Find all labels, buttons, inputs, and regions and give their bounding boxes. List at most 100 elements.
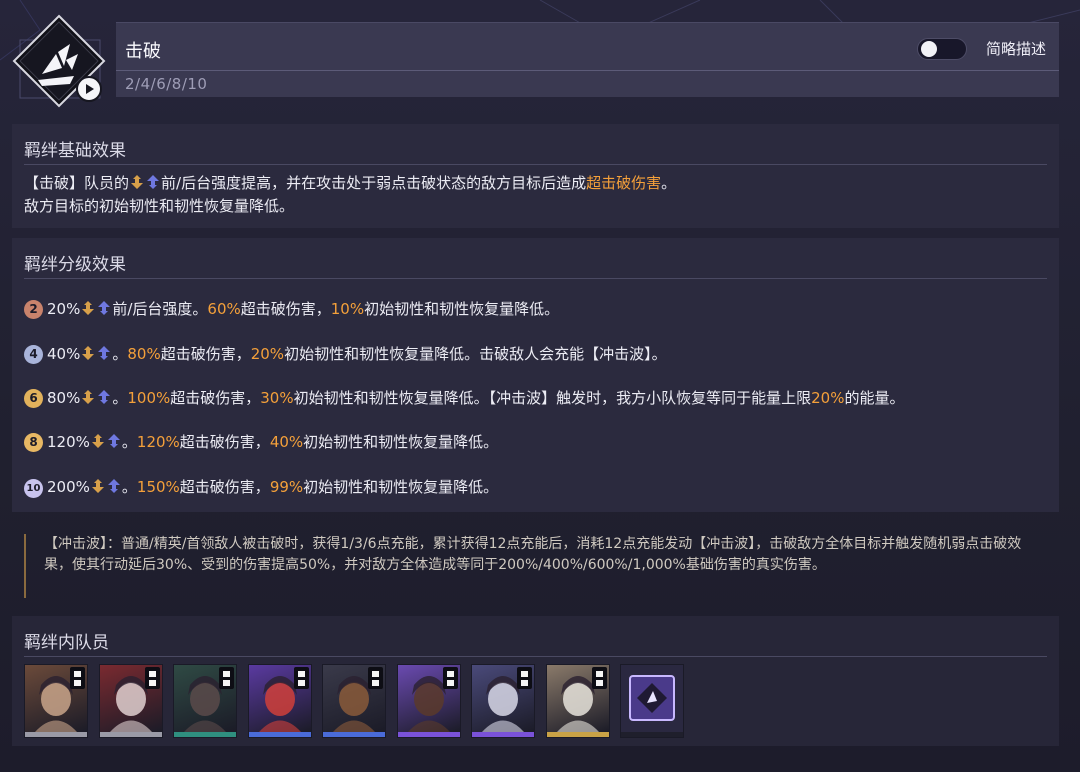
- member-rarity-bar: [397, 732, 460, 737]
- tier-text: 初始韧性和韧性恢复量降低。: [364, 300, 560, 318]
- tier-level-badge: 6: [24, 389, 43, 408]
- tier-stat-pct: 120%: [47, 433, 90, 451]
- shockwave-note-text: 【冲击波】：普通/精英/首领敌人被击破时，获得1/3/6点充能，累计获得12点充…: [44, 536, 1022, 573]
- section-divider: [24, 656, 1047, 657]
- member-card[interactable]: [322, 664, 386, 738]
- tier-text: 初始韧性和韧性恢复量降低。: [303, 478, 499, 496]
- members-title: 羁绊内队员: [24, 633, 109, 653]
- base-effect-line-2: 敌方目标的初始韧性和韧性恢复量降低。: [24, 197, 295, 215]
- toggle-knob: [921, 41, 937, 57]
- base-effect-title: 羁绊基础效果: [24, 141, 126, 161]
- front-role-icon: [90, 478, 106, 500]
- tier-row: 10 200% 。150%超击破伤害，99%初始韧性和韧性恢复量降低。: [24, 476, 498, 498]
- synergy-header: 击破 2/4/6/8/10 简略描述: [116, 22, 1059, 97]
- member-rarity-bar: [25, 732, 87, 737]
- shockwave-note: 【冲击波】：普通/精英/首领敌人被击破时，获得1/3/6点充能，累计获得12点充…: [24, 534, 1061, 598]
- brief-description-label[interactable]: 简略描述: [986, 38, 1046, 59]
- tier-level-badge: 4: [24, 345, 43, 364]
- member-card[interactable]: [24, 664, 88, 738]
- tier-stat-label: 。: [112, 389, 128, 407]
- tier-text: 超击破伤害，: [170, 389, 261, 407]
- member-card[interactable]: [471, 664, 535, 738]
- back-role-icon: [106, 478, 122, 500]
- front-role-icon: [80, 345, 96, 367]
- back-role-icon: [96, 345, 112, 367]
- play-icon[interactable]: [76, 76, 102, 102]
- back-role-icon: [96, 300, 112, 322]
- member-status-tag: [219, 667, 234, 689]
- tier-effect-panel: 羁绊分级效果 2 20% 前/后台强度。60%超击破伤害，10%初始韧性和韧性恢复量…: [12, 238, 1059, 512]
- tier-text: 的能量。: [844, 389, 905, 407]
- tier-highlight-value: 60%: [207, 300, 241, 318]
- tier-text: 初始韧性和韧性恢复量降低。击破敌人会充能【冲击波】。: [284, 345, 667, 363]
- tier-stat-label: 前/后台强度。: [112, 300, 208, 318]
- brief-description-toggle[interactable]: [917, 38, 967, 60]
- tier-text: 初始韧性和韧性恢复量降低。: [303, 433, 499, 451]
- back-role-icon: [106, 433, 122, 455]
- tier-highlight-value: 99%: [269, 478, 304, 496]
- member-card[interactable]: [247, 664, 312, 738]
- synergy-levels: 2/4/6/8/10: [125, 75, 208, 93]
- tier-stat-pct: 80%: [47, 389, 81, 407]
- member-card[interactable]: [620, 664, 684, 738]
- member-rarity-bar: [323, 732, 385, 737]
- break-synergy-emblem: [12, 14, 106, 108]
- front-role-icon: [80, 300, 96, 322]
- tier-highlight-value: 30%: [260, 389, 294, 407]
- tier-text: 超击破伤害，: [160, 345, 251, 363]
- tier-level-badge: 8: [24, 433, 43, 452]
- member-rarity-bar: [621, 732, 683, 737]
- base-effect-middle: 前/后台强度提高，并在攻击处于弱点击破状态的敌方目标后造成: [161, 174, 587, 192]
- member-card[interactable]: [396, 664, 461, 738]
- front-role-icon: [90, 433, 106, 455]
- tier-stat-label: 。: [121, 478, 137, 496]
- back-role-icon: [96, 389, 112, 411]
- base-effect-prefix: 【击破】队员的: [24, 174, 130, 192]
- tier-highlight-value: 10%: [330, 300, 365, 318]
- tier-stat-label: 。: [121, 433, 137, 451]
- tier-row: 2 20% 前/后台强度。60%超击破伤害，10%初始韧性和韧性恢复量降低。: [24, 298, 559, 320]
- member-status-tag: [144, 667, 160, 689]
- base-effect-line-1: 【击破】队员的 前/后台强度提高，并在攻击处于弱点击破状态的敌方目标后造成超击破伤…: [24, 172, 676, 196]
- member-card[interactable]: [98, 664, 163, 738]
- tier-row: 4 40% 。80%超击破伤害，20%初始韧性和韧性恢复量降低。击破敌人会充能【冲击…: [24, 343, 667, 365]
- member-status-tag: [517, 667, 532, 689]
- tier-stat-pct: 40%: [47, 345, 81, 363]
- tier-text: 超击破伤害，: [240, 300, 331, 318]
- tier-text: 超击破伤害，: [179, 478, 270, 496]
- tier-highlight-value: 20%: [811, 389, 845, 407]
- member-rarity-bar: [174, 732, 236, 737]
- tier-stat-pct: 20%: [47, 300, 81, 318]
- tier-highlight-value: 80%: [127, 345, 161, 363]
- section-divider: [24, 164, 1047, 165]
- members-panel: 羁绊内队员: [12, 616, 1059, 746]
- front-role-icon: [80, 389, 96, 411]
- member-rarity-bar: [472, 732, 534, 737]
- base-effect-panel: 羁绊基础效果 【击破】队员的 前/后台强度提高，并在攻击处于弱点击破状态的敌方目标…: [12, 124, 1059, 228]
- front-role-icon: [129, 174, 145, 196]
- tier-row: 8 120% 。120%超击破伤害，40%初始韧性和韧性恢复量降低。: [24, 431, 498, 453]
- tier-effect-title: 羁绊分级效果: [24, 255, 126, 275]
- member-rarity-bar: [546, 732, 609, 737]
- member-card[interactable]: [545, 664, 610, 738]
- tier-level-badge: 10: [24, 479, 43, 498]
- member-status-tag: [368, 667, 383, 689]
- base-effect-suffix: 。: [661, 174, 677, 192]
- tier-highlight-value: 20%: [250, 345, 285, 363]
- member-status-tag: [591, 667, 607, 689]
- tier-highlight-value: 100%: [127, 389, 171, 407]
- synergy-title: 击破: [125, 41, 161, 62]
- section-divider: [24, 278, 1047, 279]
- synergy-emblem-portrait: [621, 665, 683, 732]
- member-card[interactable]: [173, 664, 237, 738]
- tier-row: 6 80% 。100%超击破伤害，30%初始韧性和韧性恢复量降低。【冲击波】触发时，…: [24, 387, 904, 409]
- tier-text: 超击破伤害，: [179, 433, 270, 451]
- tier-stat-pct: 200%: [47, 478, 90, 496]
- tier-level-badge: 2: [24, 300, 43, 319]
- member-status-tag: [293, 667, 309, 689]
- tier-highlight-value: 120%: [136, 433, 180, 451]
- tier-stat-label: 。: [112, 345, 128, 363]
- member-rarity-bar: [99, 732, 162, 737]
- tier-highlight-value: 150%: [136, 478, 180, 496]
- back-role-icon: [145, 174, 161, 196]
